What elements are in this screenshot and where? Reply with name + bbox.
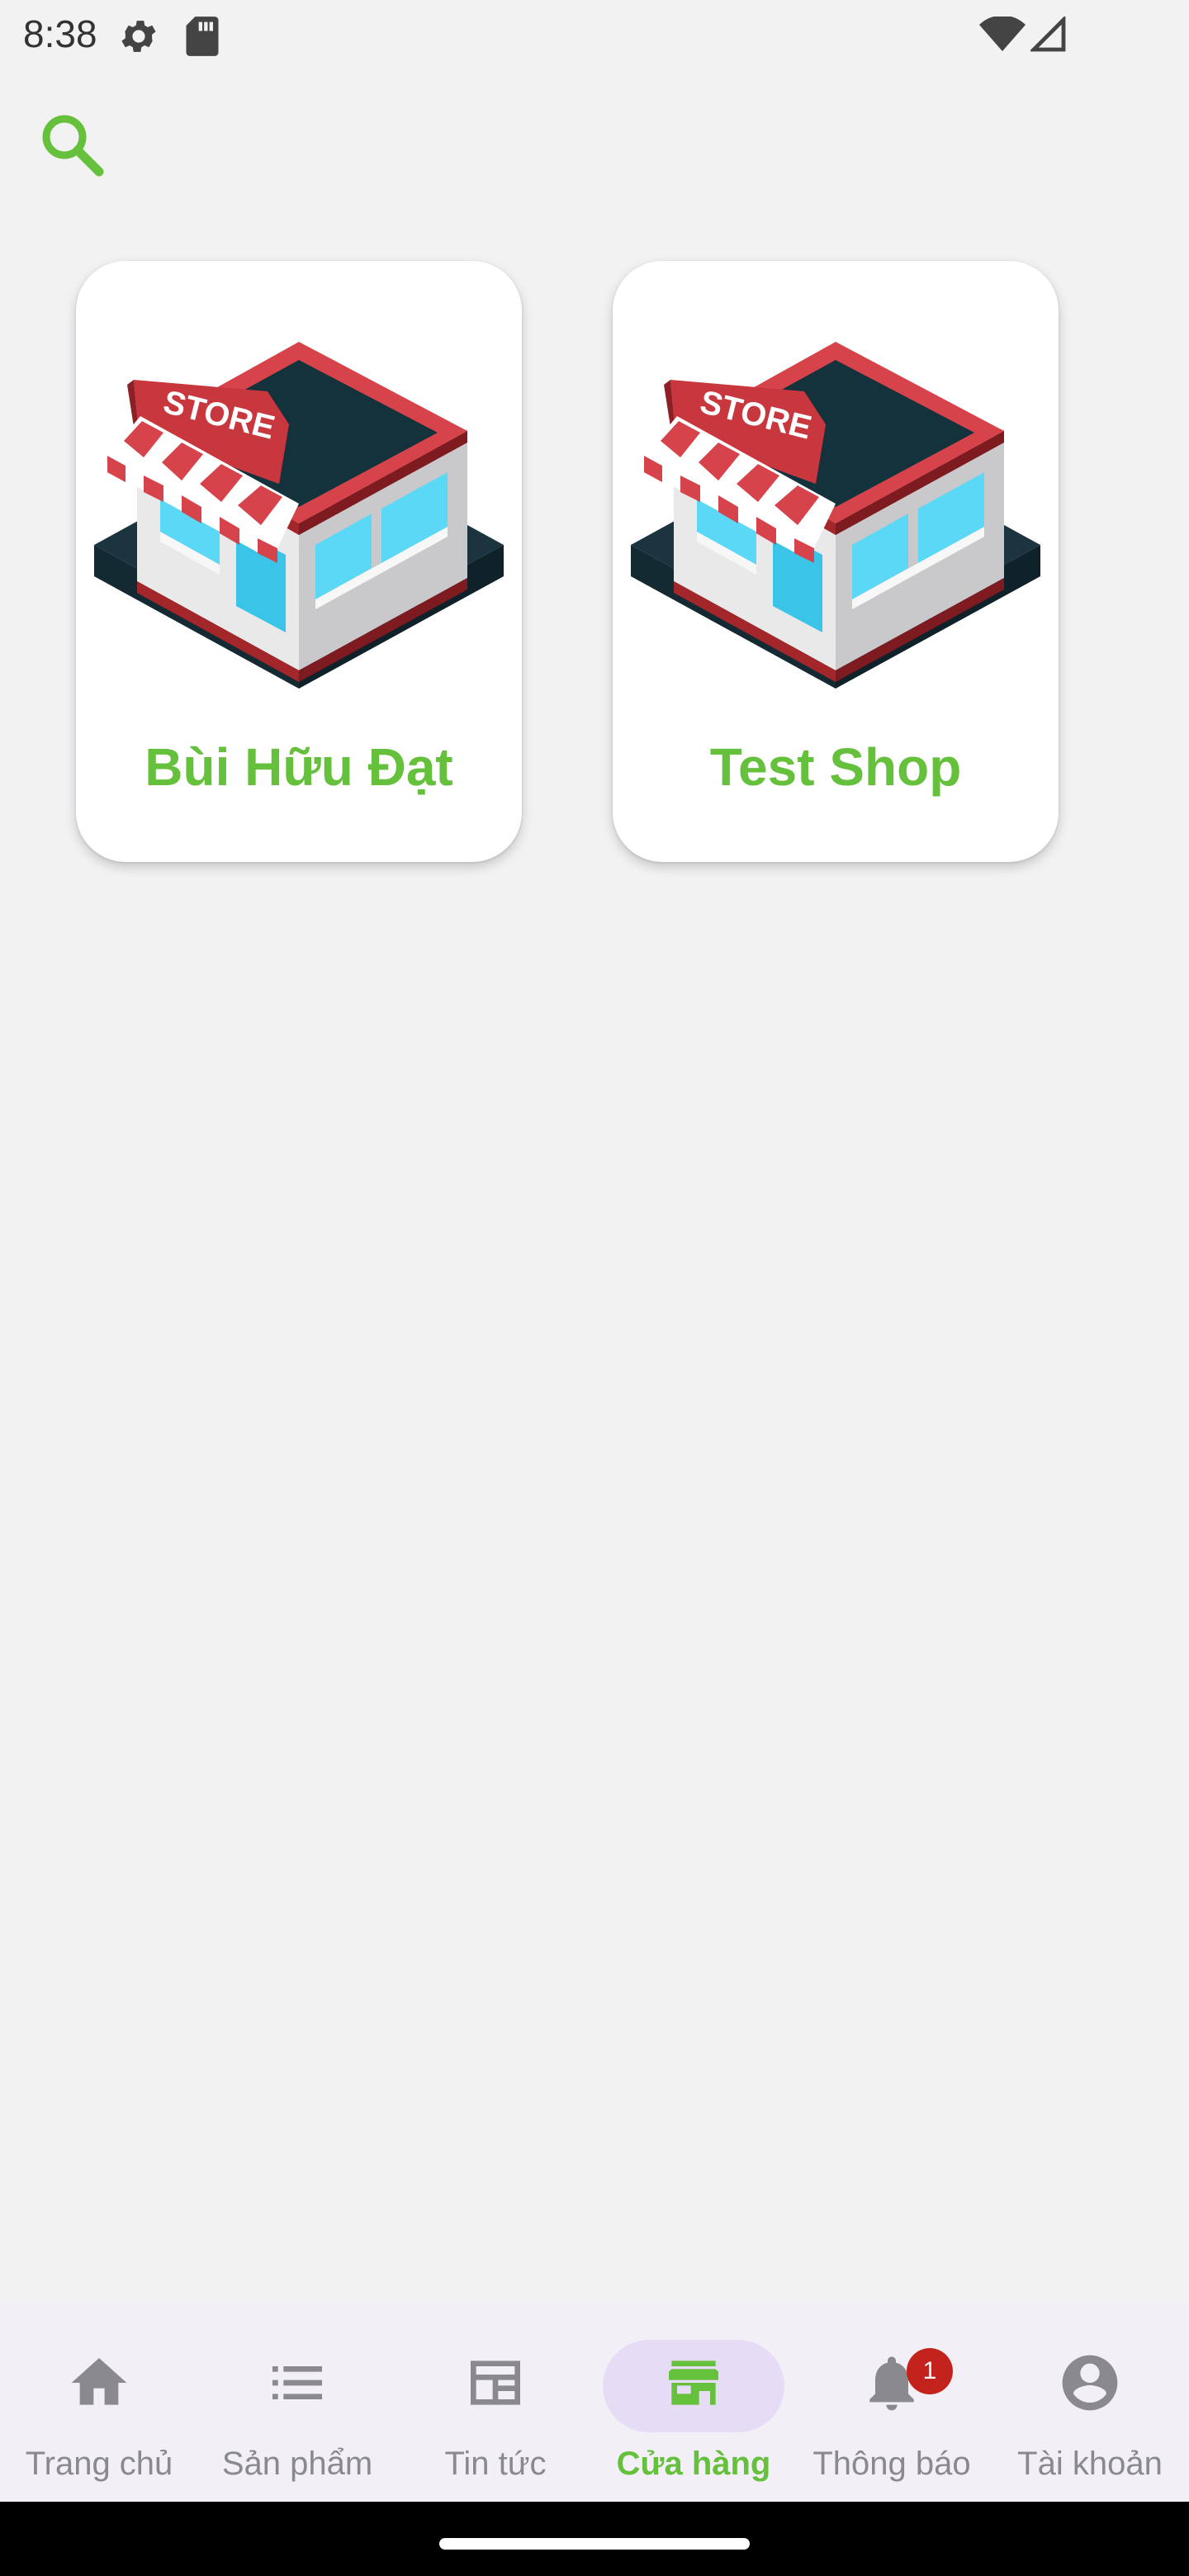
store-name: Bùi Hữu Đạt xyxy=(144,737,453,797)
search-icon xyxy=(42,115,104,177)
nav-item-news[interactable]: Tin tức xyxy=(396,2304,594,2502)
nav-label: Thông báo xyxy=(812,2446,971,2482)
signal-icon xyxy=(1030,17,1066,52)
account-icon xyxy=(1062,2355,1118,2411)
search-button[interactable] xyxy=(33,106,112,185)
wifi-icon xyxy=(979,17,1026,51)
store-name: Test Shop xyxy=(709,737,962,797)
nav-item-home[interactable]: Trang chủ xyxy=(0,2304,198,2502)
system-gesture-area xyxy=(0,2502,1189,2576)
store-building-icon xyxy=(631,342,1040,689)
nav-label: Tài khoản xyxy=(1017,2446,1163,2482)
nav-item-account[interactable]: Tài khoản xyxy=(991,2304,1189,2502)
sd-card-icon xyxy=(186,17,219,56)
store-building-icon xyxy=(94,342,504,689)
storefront-icon xyxy=(669,2361,718,2405)
bottom-navigation: Trang chủ Sản phẩm Tin tức Cửa hàng 1 Th… xyxy=(0,2304,1189,2502)
gear-icon xyxy=(121,21,156,52)
nav-label: Tin tức xyxy=(444,2446,547,2482)
nav-item-stores[interactable]: Cửa hàng xyxy=(594,2304,793,2502)
newspaper-icon xyxy=(471,2361,520,2405)
home-gesture-handle[interactable] xyxy=(439,2538,750,2550)
home-icon xyxy=(71,2358,127,2405)
nav-item-products[interactable]: Sản phẩm xyxy=(198,2304,396,2502)
list-icon xyxy=(272,2366,322,2399)
nav-label: Sản phẩm xyxy=(221,2446,373,2482)
store-card-1[interactable]: Bùi Hữu Đạt xyxy=(76,261,522,862)
status-bar: 8:38 xyxy=(0,0,1189,69)
notification-badge: 1 xyxy=(907,2348,953,2394)
store-card-2[interactable]: Test Shop xyxy=(613,261,1059,862)
status-time: 8:38 xyxy=(23,12,97,55)
nav-label: Cửa hàng xyxy=(616,2446,771,2482)
nav-label: Trang chủ xyxy=(25,2446,173,2482)
nav-item-notifications[interactable]: 1 Thông báo xyxy=(793,2304,991,2502)
